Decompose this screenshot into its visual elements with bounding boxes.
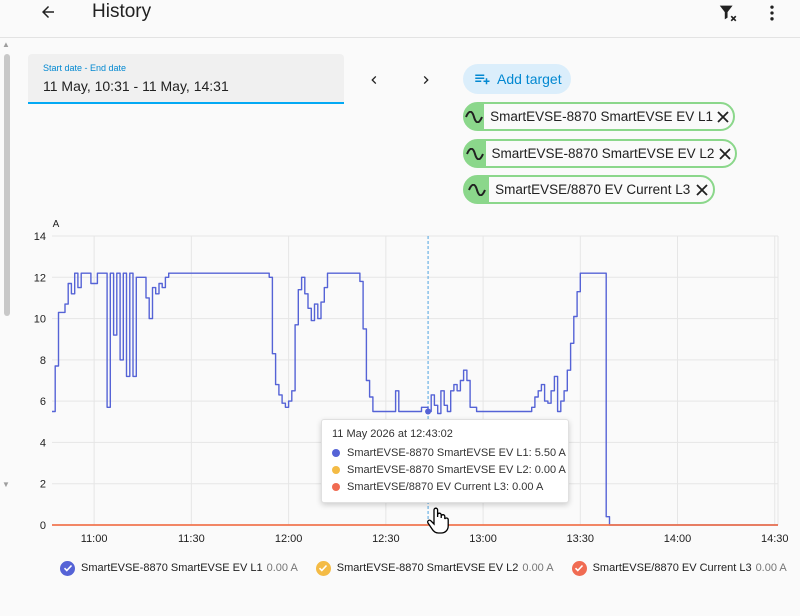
series-color-dot bbox=[332, 448, 340, 457]
series-color-dot bbox=[332, 482, 340, 491]
legend-item-l2[interactable]: SmartEVSE-8870 SmartEVSE EV L2 0.00 A bbox=[315, 560, 554, 576]
legend-name: SmartEVSE/8870 EV Current L3 bbox=[592, 562, 752, 574]
y-tick-label: 14 bbox=[34, 231, 46, 243]
tooltip-row-text: SmartEVSE/8870 EV Current L3: 0.00 A bbox=[347, 480, 544, 493]
remove-target-button[interactable] bbox=[718, 144, 731, 164]
x-tick-label: 14:30 bbox=[761, 533, 789, 545]
filter-remove-icon bbox=[719, 5, 737, 22]
more-options-button[interactable] bbox=[758, 0, 786, 26]
checkbox-checked-icon bbox=[571, 560, 587, 576]
y-tick-label: 0 bbox=[40, 520, 46, 532]
x-tick-label: 13:00 bbox=[469, 533, 497, 545]
target-chip-label: SmartEVSE/8870 EV Current L3 bbox=[495, 182, 691, 197]
dots-vertical-icon bbox=[770, 5, 774, 21]
close-icon bbox=[719, 147, 731, 160]
chart-tooltip: 11 May 2026 at 12:43:02 SmartEVSE-8870 S… bbox=[321, 419, 569, 503]
remove-target-button[interactable] bbox=[717, 107, 729, 127]
legend-value: 0.00 A bbox=[266, 562, 298, 574]
sine-wave-icon bbox=[464, 140, 486, 167]
target-chip-ev-l2[interactable]: SmartEVSE-8870 SmartEVSE EV L2 bbox=[463, 139, 737, 168]
y-tick-label: 8 bbox=[40, 355, 46, 367]
x-tick-label: 13:30 bbox=[567, 533, 595, 545]
checkbox-checked-icon bbox=[60, 560, 75, 576]
checkbox-checked-icon bbox=[315, 560, 331, 576]
date-range-picker[interactable]: Start date - End date 11 May, 10:31 - 11… bbox=[28, 54, 344, 104]
x-tick-label: 12:30 bbox=[372, 533, 400, 545]
remove-target-button[interactable] bbox=[694, 180, 709, 200]
y-tick-label: 4 bbox=[40, 437, 46, 449]
legend-name: SmartEVSE-8870 SmartEVSE EV L2 bbox=[336, 562, 519, 574]
add-target-label: Add target bbox=[497, 71, 562, 87]
scroll-up-arrow[interactable]: ▲ bbox=[2, 40, 10, 49]
x-tick-label: 11:00 bbox=[81, 533, 108, 545]
sine-wave-icon bbox=[464, 176, 490, 203]
tooltip-row-l3: SmartEVSE/8870 EV Current L3: 0.00 A bbox=[332, 478, 568, 495]
chart-legend: SmartEVSE-8870 SmartEVSE EV L1 0.00 A Sm… bbox=[60, 558, 800, 578]
x-tick-label: 12:00 bbox=[275, 533, 303, 545]
previous-range-button[interactable] bbox=[360, 66, 388, 94]
target-chip-ev-l1[interactable]: SmartEVSE-8870 SmartEVSE EV L1 bbox=[463, 102, 735, 131]
target-chip-label: SmartEVSE-8870 SmartEVSE EV L1 bbox=[490, 109, 713, 124]
close-icon bbox=[695, 183, 708, 196]
top-app-bar: History bbox=[0, 0, 800, 38]
tooltip-row-text: SmartEVSE-8870 SmartEVSE EV L2: 0.00 A bbox=[347, 463, 566, 476]
clear-filter-button[interactable] bbox=[712, 0, 744, 26]
hover-point bbox=[425, 408, 432, 415]
tooltip-title: 11 May 2026 at 12:43:02 bbox=[332, 428, 453, 440]
chevron-right-icon bbox=[423, 76, 429, 84]
next-range-button[interactable] bbox=[412, 66, 440, 94]
legend-name: SmartEVSE-8870 SmartEVSE EV L1 bbox=[81, 562, 263, 574]
tooltip-row-text: SmartEVSE-8870 SmartEVSE EV L1: 5.50 A bbox=[347, 446, 566, 459]
y-tick-label: 12 bbox=[34, 272, 46, 284]
y-axis-unit-label: A bbox=[53, 219, 60, 230]
y-tick-label: 2 bbox=[40, 479, 46, 491]
tooltip-row-l1: SmartEVSE-8870 SmartEVSE EV L1: 5.50 A bbox=[332, 444, 568, 461]
legend-item-l1[interactable]: SmartEVSE-8870 SmartEVSE EV L1 0.00 A bbox=[60, 560, 298, 576]
target-chip-current-l3[interactable]: SmartEVSE/8870 EV Current L3 bbox=[463, 175, 715, 204]
tooltip-row-l2: SmartEVSE-8870 SmartEVSE EV L2: 0.00 A bbox=[332, 461, 568, 478]
close-icon bbox=[717, 110, 729, 123]
x-tick-label: 14:00 bbox=[664, 533, 692, 545]
y-tick-label: 10 bbox=[34, 314, 46, 326]
playlist-plus-icon bbox=[475, 74, 490, 85]
legend-value: 0.00 A bbox=[522, 562, 554, 574]
sine-wave-icon bbox=[464, 103, 485, 130]
date-range-value: 11 May, 10:31 - 11 May, 14:31 bbox=[43, 78, 229, 94]
series-color-dot bbox=[332, 465, 340, 474]
chevron-left-icon bbox=[371, 76, 377, 84]
legend-item-l3[interactable]: SmartEVSE/8870 EV Current L3 0.00 A bbox=[571, 560, 787, 576]
hand-cursor-icon bbox=[427, 507, 449, 534]
y-tick-label: 6 bbox=[40, 396, 46, 408]
legend-value: 0.00 A bbox=[755, 562, 787, 574]
x-tick-label: 11:30 bbox=[178, 533, 205, 545]
page-title: History bbox=[92, 1, 152, 22]
back-button[interactable] bbox=[32, 0, 64, 24]
date-range-label: Start date - End date bbox=[43, 63, 127, 73]
arrow-left-icon bbox=[42, 6, 54, 18]
add-target-button[interactable]: Add target bbox=[463, 64, 571, 94]
target-chip-label: SmartEVSE-8870 SmartEVSE EV L2 bbox=[491, 146, 715, 161]
